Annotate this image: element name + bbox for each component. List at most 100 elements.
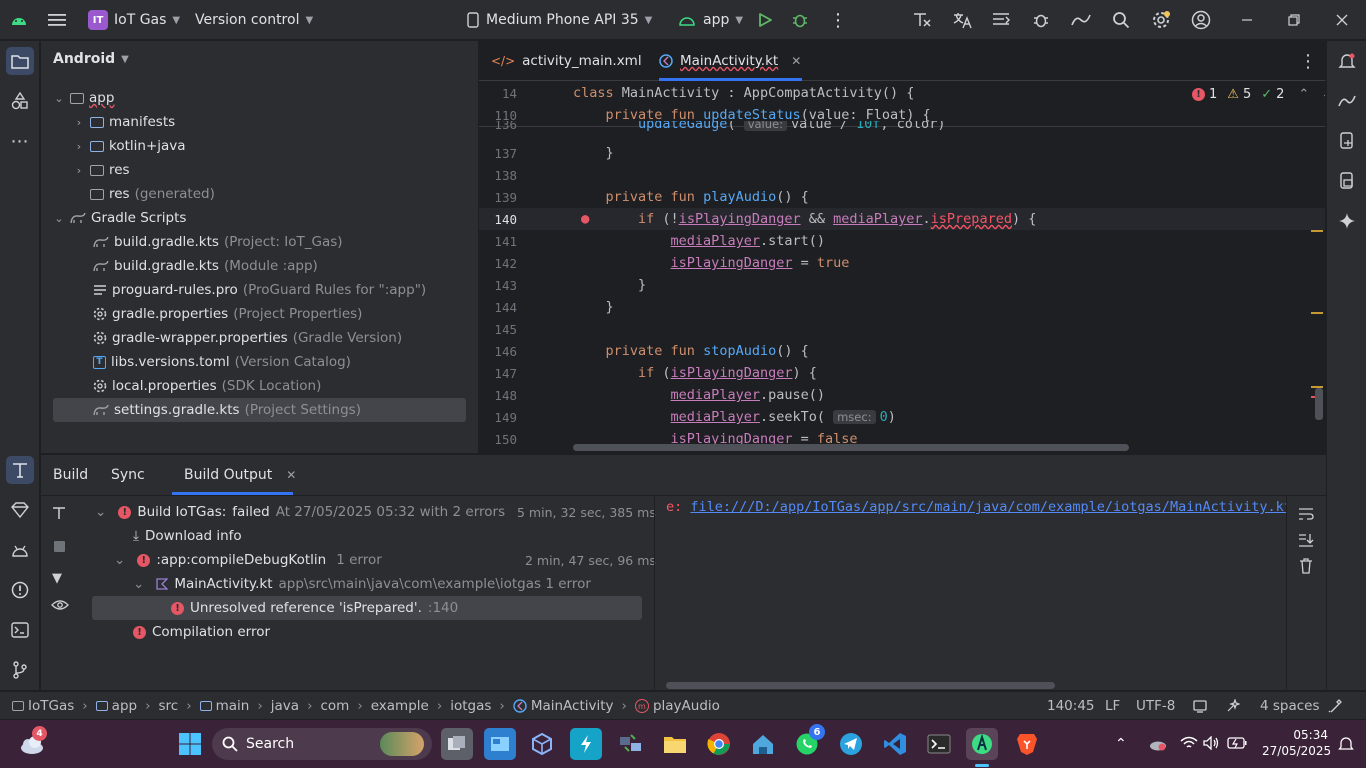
device-manager-icon[interactable] (912, 0, 932, 40)
project-selector[interactable]: IT IoT Gas ▼ (88, 0, 180, 40)
chevron-down-icon[interactable]: ⌄ (1321, 87, 1325, 102)
debug-button[interactable] (791, 0, 809, 40)
breadcrumb-item[interactable]: src (159, 698, 179, 714)
vcs-menu[interactable]: Version control ▼ (195, 0, 313, 40)
build-tool-button[interactable] (6, 456, 34, 484)
terminal-tool-button[interactable] (6, 616, 34, 644)
build-row-file[interactable]: ⌄ MainActivity.kt app\src\main\java\com\… (133, 572, 591, 596)
problems-tool-button[interactable] (6, 576, 34, 604)
lock-icon[interactable] (1328, 692, 1342, 720)
clock[interactable]: 05:34 27/05/2025 (1262, 727, 1331, 759)
tree-item-gradle-scripts[interactable]: ⌄ Gradle Scripts (53, 206, 186, 230)
gemini-side-button[interactable] (1333, 87, 1361, 115)
breadcrumb-item[interactable]: com (320, 698, 349, 714)
whatsapp-icon[interactable]: 6 (791, 724, 825, 760)
console-link[interactable]: file:///D:/app/IoTGas/app/src/main/java/… (690, 499, 1286, 515)
breadcrumb-item[interactable]: main (216, 698, 250, 714)
stop-icon[interactable] (54, 541, 65, 552)
build-row-root[interactable]: ⌄ ! Build IoTGas: failed At 27/05/2025 0… (95, 500, 505, 524)
editor-tabs-more-icon[interactable]: ⋮ (1299, 51, 1317, 72)
weather-widget[interactable]: 4 (16, 726, 48, 760)
eye-icon[interactable] (51, 599, 69, 615)
indent-setting[interactable]: 4 spaces (1260, 692, 1320, 720)
notifications-button[interactable] (1333, 47, 1361, 75)
tree-item-res[interactable]: › res (73, 158, 130, 182)
run-config-selector[interactable]: app ▼ (677, 0, 743, 40)
minimize-icon[interactable] (1241, 0, 1253, 40)
soft-wrap-icon[interactable] (1298, 507, 1314, 525)
build-console[interactable]: e: file:///D:/app/IoTGas/app/src/main/ja… (666, 499, 1286, 519)
breadcrumb-item[interactable]: example (371, 698, 429, 714)
more-tools-icon[interactable]: ⋯ (6, 127, 34, 155)
translate-icon[interactable] (952, 0, 972, 40)
lightning-app-icon[interactable] (570, 728, 602, 760)
tree-item-local-properties[interactable]: local.properties (SDK Location) (93, 374, 321, 398)
tab-close-icon[interactable]: ✕ (791, 54, 801, 68)
restore-icon[interactable] (1288, 0, 1300, 40)
telegram-icon[interactable] (835, 728, 867, 760)
scroll-to-end-icon[interactable] (1298, 533, 1314, 551)
battery-icon[interactable] (1227, 737, 1247, 753)
tree-item-kotlin-java[interactable]: › kotlin+java (73, 134, 186, 158)
code-area[interactable]: 14 class MainActivity : AppCompatActivit… (479, 82, 1325, 454)
file-explorer-icon[interactable] (659, 728, 691, 760)
tree-item-gradle-properties[interactable]: gradle.properties (Project Properties) (93, 302, 362, 326)
readonly-toggle-icon[interactable] (1193, 692, 1207, 720)
terminal-icon[interactable] (923, 728, 955, 760)
volume-icon[interactable] (1203, 735, 1221, 754)
warning-marker[interactable] (1311, 312, 1323, 314)
panel-splitter[interactable] (654, 496, 655, 691)
device-explorer-button[interactable] (1333, 127, 1361, 155)
settings-gear-icon[interactable] (1151, 0, 1171, 40)
caret-position[interactable]: 140:45 (1047, 692, 1095, 720)
breadcrumb-item[interactable]: java (271, 698, 299, 714)
search-icon[interactable] (1112, 0, 1130, 40)
start-button[interactable] (174, 728, 206, 760)
trash-icon[interactable] (1299, 558, 1313, 578)
tree-item-res-generated[interactable]: res (generated) (90, 182, 215, 206)
app-inspection-icon[interactable] (1032, 0, 1050, 40)
close-icon[interactable] (1336, 0, 1348, 40)
home-app-icon[interactable] (747, 728, 779, 760)
build-row-compilation-error[interactable]: ! Compilation error (133, 620, 270, 644)
tree-item-gradle-wrapper[interactable]: gradle-wrapper.properties (Gradle Versio… (93, 326, 402, 350)
breadcrumb-item[interactable]: playAudio (653, 698, 720, 714)
tree-item-proguard[interactable]: proguard-rules.pro (ProGuard Rules for "… (93, 278, 426, 302)
running-devices-button[interactable] (1333, 167, 1361, 195)
tab-activity-main-xml[interactable]: </> activity_main.xml (491, 41, 642, 81)
ai-sparkle-button[interactable] (1333, 207, 1361, 235)
tab-build[interactable]: Build (53, 455, 88, 495)
vscode-icon[interactable] (879, 728, 911, 760)
virtualbox-icon[interactable] (526, 728, 558, 760)
build-row-download-info[interactable]: ⤓ Download info (133, 524, 242, 548)
version-control-tool-button[interactable] (6, 656, 34, 684)
chevron-up-icon[interactable]: ⌃ (1115, 736, 1127, 752)
wifi-icon[interactable] (1180, 736, 1198, 754)
vertical-scrollbar[interactable] (1315, 388, 1323, 420)
project-tool-button[interactable] (6, 47, 34, 75)
file-encoding[interactable]: UTF-8 (1136, 692, 1175, 720)
run-button[interactable] (757, 0, 773, 40)
tab-close-icon[interactable]: ✕ (286, 468, 296, 482)
tab-sync[interactable]: Sync (111, 455, 145, 495)
breadcrumb-item[interactable]: iotgas (450, 698, 491, 714)
android-tool-button[interactable] (6, 536, 34, 564)
build-row-error[interactable]: ! Unresolved reference 'isPrepared'. :14… (171, 596, 458, 620)
task-view-icon[interactable] (441, 728, 473, 760)
cloud-sync-icon[interactable] (1148, 737, 1168, 755)
gemini-icon[interactable] (1070, 0, 1092, 40)
breadcrumb-item[interactable]: MainActivity (531, 698, 614, 714)
rebuild-icon[interactable] (51, 505, 67, 525)
device-selector[interactable]: Medium Phone API 35 ▼ (466, 0, 652, 40)
pin-icon[interactable]: ▼ (52, 571, 62, 586)
chevron-up-icon[interactable]: ⌃ (1298, 87, 1309, 102)
tree-item-build-gradle-project[interactable]: build.gradle.kts (Project: IoT_Gas) (93, 230, 343, 254)
chrome-icon[interactable] (703, 728, 735, 760)
tree-item-app[interactable]: ⌄ app (53, 86, 114, 110)
logcat-icon[interactable] (992, 0, 1010, 40)
resource-manager-button[interactable] (6, 87, 34, 115)
build-row-compile[interactable]: ⌄ ! :app:compileDebugKotlin 1 error (114, 548, 382, 572)
inspection-widget[interactable]: ! 1 ⚠ 5 ✓ 2 ⌃ ⌄ (1192, 87, 1325, 102)
breadcrumb-item[interactable]: app (112, 698, 137, 714)
code-style-icon[interactable] (1226, 692, 1240, 720)
